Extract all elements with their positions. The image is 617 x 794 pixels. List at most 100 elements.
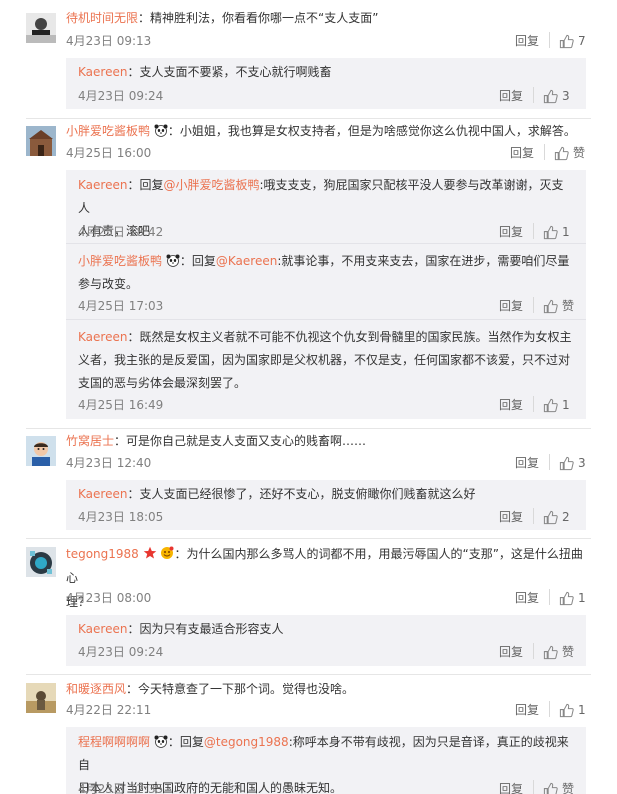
reply-username[interactable]: Kaereen bbox=[78, 487, 127, 501]
like-count: 赞 bbox=[562, 645, 575, 659]
thumbs-up-icon bbox=[543, 89, 558, 103]
thumbs-up-icon bbox=[559, 591, 574, 605]
reply-box: Kaereen：因为只有支最适合形容支人 4月23日 09:24 回复 赞 bbox=[66, 615, 586, 666]
reply-item: Kaereen：回复@小胖爱吃酱板鸭:哦支支支，狗屁国家只配核平没人要参与改革谢… bbox=[78, 174, 574, 243]
timestamp: 4月23日 09:24 bbox=[78, 645, 164, 659]
reply-button[interactable]: 回复 bbox=[515, 700, 539, 720]
thumbs-up-icon bbox=[559, 34, 574, 48]
like-button[interactable]: 1 bbox=[559, 588, 586, 608]
reply-button[interactable]: 回复 bbox=[515, 588, 539, 608]
avatar[interactable] bbox=[26, 547, 56, 577]
timestamp: 4月25日 17:03 bbox=[78, 299, 164, 313]
reply-item: Kaereen：支人支面已经很惨了，还好不支心，脱支俯瞰你们贱畜就这么好 4月2… bbox=[78, 483, 574, 524]
comment-username[interactable]: 竹窝居士 bbox=[66, 434, 114, 448]
reply-item: Kaereen：既然是女权主义者就不可能不仇视这个仇女到骨髓里的国家民族。当然作… bbox=[78, 326, 574, 412]
like-button[interactable]: 赞 bbox=[543, 296, 574, 316]
reply-button[interactable]: 回复 bbox=[515, 31, 539, 51]
divider bbox=[26, 538, 591, 539]
reply-button[interactable]: 回复 bbox=[499, 86, 523, 106]
like-count: 1 bbox=[578, 703, 586, 717]
timestamp: 4月22日 22:11 bbox=[66, 703, 152, 717]
comment-username[interactable]: 和暖逐西风 bbox=[66, 682, 126, 696]
comment-username[interactable]: 小胖爱吃酱板鸭 bbox=[66, 124, 150, 138]
timestamp: 4月23日 09:24 bbox=[78, 89, 164, 103]
reply-box: Kaereen：支人支面已经很惨了，还好不支心，脱支俯瞰你们贱畜就这么好 4月2… bbox=[66, 480, 586, 530]
like-count: 1 bbox=[562, 398, 570, 412]
divider bbox=[533, 780, 534, 794]
reply-username[interactable]: Kaereen bbox=[78, 65, 127, 79]
reply-item: Kaereen：支人支面不要紧，不支心就行啊贱畜 4月23日 09:24 回复 … bbox=[78, 61, 574, 103]
timestamp: 4月25日 18:42 bbox=[78, 225, 164, 239]
like-button[interactable]: 赞 bbox=[543, 779, 574, 794]
reply-username[interactable]: 小胖爱吃酱板鸭 bbox=[78, 254, 162, 268]
timestamp: 4月25日 16:00 bbox=[66, 146, 152, 160]
reply-username[interactable]: Kaereen bbox=[78, 330, 127, 344]
divider bbox=[549, 589, 550, 605]
divider bbox=[66, 243, 586, 244]
reply-item: 小胖爱吃酱板鸭 ：回复@Kaereen:就事论事，不用支来支去，国家在进步，需要… bbox=[78, 250, 574, 313]
comment-text: 小胖爱吃酱板鸭 ：小姐姐，我也算是女权支持者，但是为啥感觉你这么仇视中国人，求解… bbox=[66, 124, 576, 138]
comment-username[interactable]: tegong1988 bbox=[66, 547, 139, 561]
comment-text: 待机时间无限：精神胜利法，你看看你哪一点不“支人支面” bbox=[66, 11, 379, 25]
timestamp: 4月23日 09:13 bbox=[66, 34, 152, 48]
divider bbox=[533, 643, 534, 659]
thumbs-up-icon bbox=[543, 398, 558, 412]
reply-button[interactable]: 回复 bbox=[510, 143, 534, 163]
like-button[interactable]: 1 bbox=[559, 700, 586, 720]
timestamp: 4月23日 12:40 bbox=[66, 456, 152, 470]
panda-emoji-icon bbox=[154, 735, 168, 748]
emoji-badge-icon bbox=[161, 546, 174, 559]
like-button[interactable]: 7 bbox=[559, 31, 586, 51]
reply-button[interactable]: 回复 bbox=[499, 296, 523, 316]
reply-box: 程程啊啊啊啊 ：回复@tegong1988:称呼本身不带有歧视，因为只是音译，真… bbox=[66, 727, 586, 794]
reply-button[interactable]: 回复 bbox=[499, 222, 523, 242]
like-button[interactable]: 1 bbox=[543, 222, 570, 242]
comment-text: 竹窝居士：可是你自己就是支人支面又支心的贱畜啊…… bbox=[66, 434, 367, 448]
like-button[interactable]: 赞 bbox=[554, 143, 585, 163]
thumbs-up-icon bbox=[543, 225, 558, 239]
reply-button[interactable]: 回复 bbox=[499, 779, 523, 794]
like-button[interactable]: 3 bbox=[543, 86, 570, 106]
reply-username[interactable]: 程程啊啊啊啊 bbox=[78, 735, 150, 749]
like-count: 赞 bbox=[562, 782, 575, 794]
like-button[interactable]: 3 bbox=[559, 453, 586, 473]
reply-username[interactable]: Kaereen bbox=[78, 178, 127, 192]
like-count: 7 bbox=[578, 34, 586, 48]
avatar[interactable] bbox=[26, 436, 56, 466]
reply-box: Kaereen：支人支面不要紧，不支心就行啊贱畜 4月23日 09:24 回复 … bbox=[66, 58, 586, 109]
panda-emoji-icon bbox=[166, 254, 180, 267]
divider bbox=[549, 701, 550, 717]
like-button[interactable]: 2 bbox=[543, 507, 570, 527]
like-button[interactable]: 赞 bbox=[543, 642, 574, 662]
divider bbox=[533, 297, 534, 313]
like-count: 赞 bbox=[562, 299, 575, 313]
timestamp: 4月23日 12:35 bbox=[78, 782, 164, 794]
thumbs-up-icon bbox=[559, 703, 574, 717]
mention-link[interactable]: @小胖爱吃酱板鸭 bbox=[163, 178, 259, 192]
divider bbox=[533, 223, 534, 239]
avatar[interactable] bbox=[26, 126, 56, 156]
like-count: 2 bbox=[562, 510, 570, 524]
reply-item: 程程啊啊啊啊 ：回复@tegong1988:称呼本身不带有歧视，因为只是音译，真… bbox=[78, 731, 574, 794]
reply-button[interactable]: 回复 bbox=[499, 642, 523, 662]
avatar[interactable] bbox=[26, 683, 56, 713]
reply-button[interactable]: 回复 bbox=[515, 453, 539, 473]
like-count: 赞 bbox=[573, 146, 586, 160]
reply-button[interactable]: 回复 bbox=[499, 395, 523, 415]
reply-button[interactable]: 回复 bbox=[499, 507, 523, 527]
thumbs-up-icon bbox=[554, 146, 569, 160]
divider bbox=[544, 144, 545, 160]
timestamp: 4月23日 18:05 bbox=[78, 510, 164, 524]
reply-box: Kaereen：回复@小胖爱吃酱板鸭:哦支支支，狗屁国家只配核平没人要参与改革谢… bbox=[66, 170, 586, 419]
thumbs-up-icon bbox=[543, 299, 558, 313]
mention-link[interactable]: @Kaereen bbox=[216, 254, 277, 268]
divider bbox=[533, 87, 534, 103]
thumbs-up-icon bbox=[543, 782, 558, 794]
thumbs-up-icon bbox=[543, 510, 558, 524]
divider bbox=[549, 454, 550, 470]
avatar[interactable] bbox=[26, 13, 56, 43]
reply-username[interactable]: Kaereen bbox=[78, 622, 127, 636]
comment-username[interactable]: 待机时间无限 bbox=[66, 11, 138, 25]
mention-link[interactable]: @tegong1988 bbox=[204, 735, 289, 749]
like-button[interactable]: 1 bbox=[543, 395, 570, 415]
